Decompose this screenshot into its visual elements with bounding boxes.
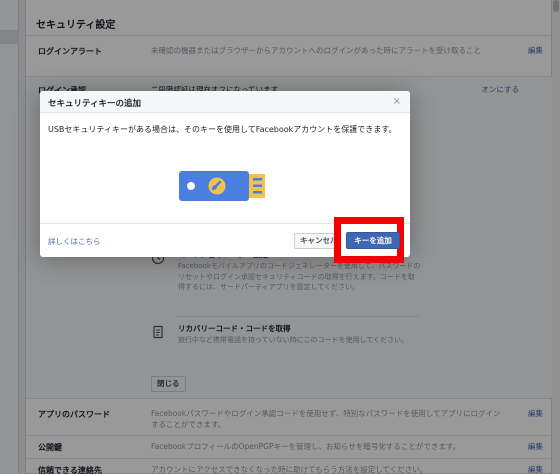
dialog-body-text: USBセキュリティキーがある場合は、そのキーを使用してFacebookアカウント… (48, 125, 397, 134)
add-key-button[interactable]: キーを追加 (346, 232, 400, 249)
dialog-title: セキュリティキーの追加 (48, 99, 141, 109)
close-icon[interactable]: × (393, 96, 401, 107)
learn-more-link[interactable]: 詳しくはこちら (48, 236, 101, 247)
usb-key-icon (179, 169, 269, 203)
dialog-header: セキュリティキーの追加 × (40, 91, 410, 113)
